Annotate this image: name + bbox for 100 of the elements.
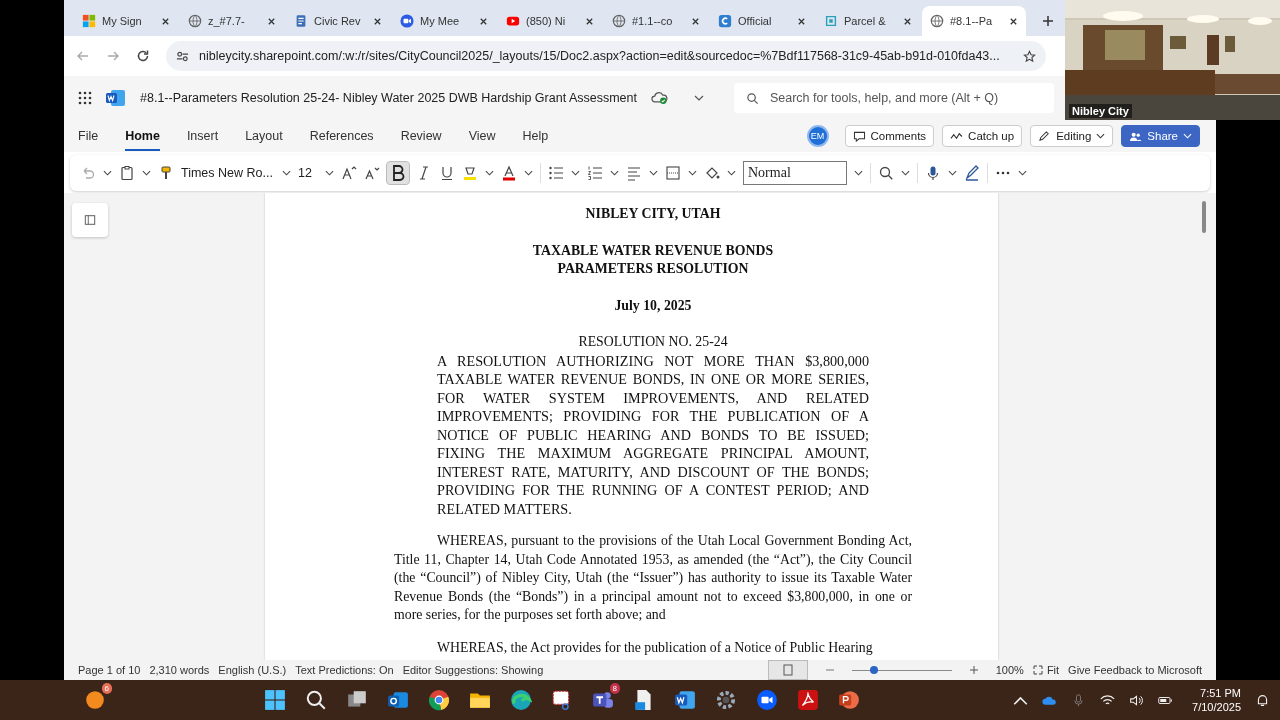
- action-button[interactable]: Comments: [844, 125, 935, 147]
- zoom-in-icon[interactable]: [968, 665, 979, 675]
- speaker-icon[interactable]: [1129, 693, 1145, 707]
- close-icon[interactable]: [267, 16, 276, 26]
- site-settings-icon[interactable]: [176, 49, 189, 63]
- chevron-down-icon[interactable]: [649, 170, 658, 176]
- settings-icon[interactable]: [715, 689, 738, 711]
- user-avatar[interactable]: EM: [806, 125, 829, 147]
- style-dropdown[interactable]: Normal: [743, 161, 847, 185]
- browser-tab[interactable]: My Sign: [74, 6, 178, 36]
- close-icon[interactable]: [1009, 16, 1018, 26]
- action-button[interactable]: Share: [1121, 125, 1200, 147]
- bold-icon[interactable]: [387, 162, 409, 184]
- action-button[interactable]: Editing: [1030, 125, 1114, 147]
- clipboard-icon[interactable]: [119, 165, 135, 181]
- chevron-down-icon[interactable]: [325, 170, 334, 176]
- clock-time[interactable]: 7:51 PM: [1200, 686, 1241, 700]
- wifi-icon[interactable]: [1100, 693, 1116, 707]
- underline-icon[interactable]: [439, 165, 455, 181]
- mail-app-icon[interactable]: [387, 689, 410, 711]
- document-title[interactable]: #8.1--Parameters Resolution 25-24- Nibley Water 2025 DWB Hardship Grant Assessment: [140, 91, 637, 105]
- bookmark-star-icon[interactable]: [1023, 49, 1036, 63]
- feedback-link[interactable]: Give Feedback to Microsoft: [1068, 664, 1202, 676]
- app-launcher-icon[interactable]: [78, 91, 92, 105]
- slides-app-icon[interactable]: [838, 689, 861, 711]
- format-painter-icon[interactable]: [158, 165, 174, 181]
- windows-start-icon[interactable]: [264, 689, 287, 711]
- chevron-down-icon[interactable]: [571, 170, 580, 176]
- notifications-icon[interactable]: [1255, 693, 1270, 707]
- fit-button[interactable]: Fit: [1046, 664, 1060, 676]
- new-tab-icon[interactable]: [1042, 15, 1054, 27]
- borders-icon[interactable]: [665, 165, 681, 181]
- chevron-down-icon[interactable]: [142, 170, 151, 176]
- editor-pen-icon[interactable]: [964, 165, 980, 181]
- ribbon-tab[interactable]: File: [78, 121, 99, 151]
- ribbon-tab[interactable]: Help: [522, 121, 549, 151]
- close-icon[interactable]: [797, 16, 806, 26]
- zoom-percent[interactable]: 100%: [995, 664, 1024, 676]
- search-icon[interactable]: [305, 689, 328, 711]
- sun-icon[interactable]: [84, 689, 106, 711]
- shrink-font-icon[interactable]: [364, 165, 380, 181]
- search-icon[interactable]: [878, 165, 894, 181]
- video-app-icon[interactable]: [756, 689, 779, 711]
- ribbon-tab[interactable]: Home: [125, 121, 160, 151]
- document-text: RESOLUTION NO. 25-24: [577, 333, 729, 351]
- chevron-down-icon[interactable]: [854, 170, 863, 176]
- close-icon[interactable]: [691, 16, 700, 26]
- font-name-dropdown[interactable]: Times New Ro...: [181, 166, 273, 180]
- notification-badge: 8: [609, 683, 621, 694]
- cloud-saved-icon[interactable]: [650, 91, 668, 105]
- ribbon-tab[interactable]: References: [309, 121, 374, 151]
- align-left-icon[interactable]: [626, 165, 642, 181]
- browser-tab[interactable]: My Mee: [392, 6, 496, 36]
- browser-tab[interactable]: Civic Rev: [286, 6, 390, 36]
- action-button[interactable]: Catch up: [942, 125, 1023, 147]
- close-icon[interactable]: [161, 16, 170, 26]
- browser-tab[interactable]: (850) Ni: [498, 6, 602, 36]
- highlighter-icon[interactable]: [462, 165, 478, 181]
- fit-icon[interactable]: [1032, 665, 1043, 675]
- browser-icon[interactable]: [428, 689, 451, 711]
- edge-browser-icon[interactable]: [510, 689, 533, 711]
- collapse-ribbon-icon[interactable]: [1018, 170, 1027, 176]
- chevron-down-icon[interactable]: [610, 170, 619, 176]
- word-app-icon[interactable]: [674, 689, 697, 711]
- clock-date[interactable]: 7/10/2025: [1192, 700, 1241, 714]
- numbered-list-icon[interactable]: [587, 165, 603, 181]
- browser-tab[interactable]: #8.1--Pa: [922, 6, 1026, 36]
- reload-icon[interactable]: [136, 49, 150, 63]
- bullet-list-icon[interactable]: [548, 165, 564, 181]
- font-size-dropdown[interactable]: 12: [298, 166, 312, 180]
- chevron-down-icon[interactable]: [693, 95, 704, 101]
- navigation-pane-icon[interactable]: [72, 203, 108, 237]
- font-color-icon[interactable]: [501, 165, 517, 181]
- browser-tab[interactable]: Parcel &: [816, 6, 920, 36]
- chevron-down-icon[interactable]: [948, 170, 957, 176]
- chevron-down-icon[interactable]: [282, 170, 291, 176]
- teams-icon[interactable]: [592, 689, 615, 711]
- close-icon[interactable]: [373, 16, 382, 26]
- chevron-down-icon[interactable]: [524, 170, 533, 176]
- grow-font-icon[interactable]: [341, 165, 357, 181]
- pdf-app-icon[interactable]: [797, 689, 820, 711]
- close-icon[interactable]: [479, 16, 488, 26]
- browser-tab[interactable]: #1.1--co: [604, 6, 708, 36]
- close-icon[interactable]: [585, 16, 594, 26]
- chevron-down-icon[interactable]: [688, 170, 697, 176]
- chevron-down-icon[interactable]: [901, 170, 910, 176]
- ribbon-tab[interactable]: Insert: [186, 121, 219, 151]
- ribbon-tab[interactable]: View: [468, 121, 496, 151]
- chevron-down-icon[interactable]: [103, 170, 112, 176]
- chevron-down-icon[interactable]: [727, 170, 736, 176]
- close-icon[interactable]: [903, 16, 912, 26]
- microphone-icon[interactable]: [925, 165, 941, 181]
- chevron-down-icon[interactable]: [485, 170, 494, 176]
- document-icon: [294, 14, 308, 28]
- browser-tab[interactable]: z_#7.7-: [180, 6, 284, 36]
- ribbon-tab[interactable]: Review: [400, 121, 442, 151]
- address-bar[interactable]: nibleycity.sharepoint.com/:w:/r/sites/CityCouncil2025/_layouts/15/Doc2.aspx?action=edit&sourcedoc=%7Bdf117568-31c9-45ab-b91d-010fda43...: [166, 41, 1046, 71]
- browser-tab[interactable]: Official: [710, 6, 814, 36]
- ribbon-tab[interactable]: Layout: [245, 121, 283, 151]
- shading-icon[interactable]: [704, 165, 720, 181]
